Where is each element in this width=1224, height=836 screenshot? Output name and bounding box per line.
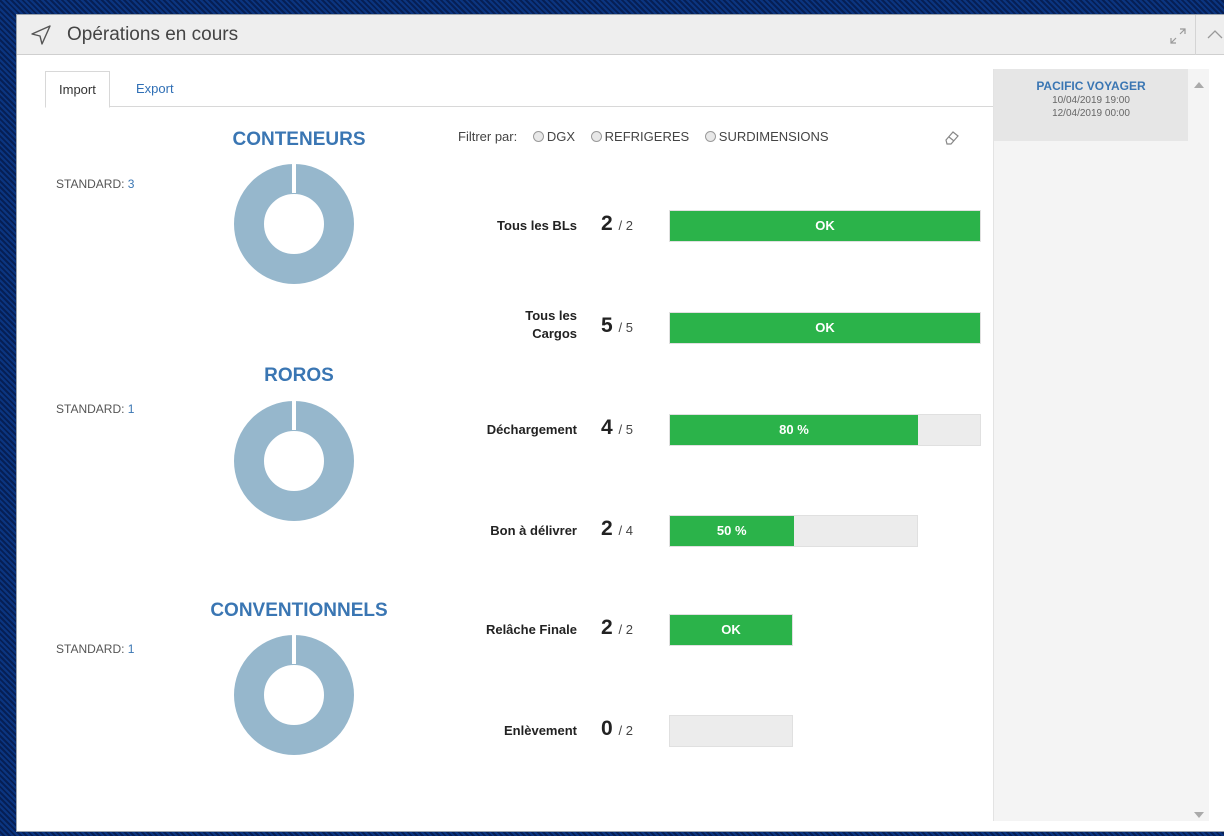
radio-surdimensions[interactable] <box>704 131 716 142</box>
row-count-value: 2 <box>601 517 619 540</box>
progress-fill: OK <box>670 211 980 241</box>
progress-bar: OK <box>669 614 793 646</box>
operations-panel: Opérations en cours Import Export CONTEN… <box>16 14 1224 832</box>
progress-fill: 80 % <box>670 415 918 445</box>
standard-value: 3 <box>127 177 135 191</box>
row-count-total: / 2 <box>618 723 633 738</box>
filter-option-refrigeres[interactable]: REFRIGERES <box>605 129 690 144</box>
section-title-conventionnels: CONVENTIONNELS <box>210 600 388 621</box>
scroll-up-icon[interactable] <box>1194 81 1204 89</box>
tab-export[interactable]: Export <box>123 71 187 108</box>
radio-refrigeres[interactable] <box>590 131 602 142</box>
row-count: 0 / 2 <box>601 717 633 741</box>
standard-count-conventionnels: STANDARD: 1 <box>56 642 134 656</box>
voyage-list: PACIFIC VOYAGER 10/04/2019 19:00 12/04/2… <box>993 69 1209 821</box>
filter-option-dgx[interactable]: DGX <box>547 129 575 144</box>
donut-chart-conteneurs <box>234 162 354 284</box>
radio-dgx[interactable] <box>532 131 544 142</box>
voyage-start-date: 10/04/2019 19:00 <box>1052 95 1130 106</box>
row-count: 2 / 2 <box>601 616 633 640</box>
standard-count-conteneurs: STANDARD: 3 <box>56 177 134 191</box>
row-label: Relâche Finale <box>485 622 577 637</box>
standard-label: STANDARD: <box>56 177 125 191</box>
row-count-total: / 2 <box>618 622 633 637</box>
row-count: 2 / 4 <box>601 517 633 541</box>
row-count-total: / 2 <box>618 218 633 233</box>
eraser-icon[interactable] <box>943 129 961 145</box>
panel-header: Opérations en cours <box>17 15 1224 55</box>
row-count-value: 2 <box>601 616 619 639</box>
row-label: Déchargement <box>486 422 577 437</box>
row-label: Tous les Cargos <box>525 308 577 341</box>
row-count: 5 / 5 <box>601 314 633 338</box>
voyage-name: PACIFIC VOYAGER <box>1036 79 1146 93</box>
row-count: 4 / 5 <box>601 416 633 440</box>
standard-label: STANDARD: <box>56 642 125 656</box>
row-count-value: 5 <box>601 314 619 337</box>
row-count: 2 / 2 <box>601 212 633 236</box>
filter-label: Filtrer par: <box>458 129 518 144</box>
progress-bar: 80 % <box>669 414 981 446</box>
progress-bar: OK <box>669 210 981 242</box>
row-count-value: 4 <box>601 416 619 439</box>
filter-option-surdimensions[interactable]: SURDIMENSIONS <box>719 129 829 144</box>
row-label: Bon à délivrer <box>490 523 577 538</box>
row-count-value: 2 <box>601 212 619 235</box>
progress-fill: 50 % <box>670 516 794 546</box>
section-title-roros: ROROS <box>264 365 334 386</box>
filter-bar: Filtrer par: DGX REFRIGERES SURDIMENSION… <box>458 128 829 146</box>
voyage-item[interactable]: PACIFIC VOYAGER 10/04/2019 19:00 12/04/2… <box>994 69 1188 141</box>
progress-bar <box>669 715 793 747</box>
section-title-conteneurs: CONTENEURS <box>232 129 366 150</box>
navigation-arrow-icon <box>31 25 51 45</box>
tab-import[interactable]: Import <box>45 71 110 108</box>
row-count-total: / 5 <box>618 320 633 335</box>
row-count-total: / 4 <box>618 523 633 538</box>
panel-title: Opérations en cours <box>67 24 239 45</box>
standard-value: 1 <box>127 402 135 416</box>
progress-fill: OK <box>670 313 980 343</box>
progress-fill: OK <box>670 615 792 645</box>
progress-bar: OK <box>669 312 981 344</box>
collapse-chevron-icon[interactable] <box>1205 25 1224 45</box>
standard-count-roros: STANDARD: 1 <box>56 402 134 416</box>
expand-icon[interactable] <box>1169 27 1187 45</box>
donut-chart-roros <box>234 399 354 521</box>
standard-value: 1 <box>127 642 135 656</box>
row-count-total: / 5 <box>618 422 633 437</box>
standard-label: STANDARD: <box>56 402 125 416</box>
scroll-down-icon[interactable] <box>1194 811 1204 819</box>
donut-chart-conventionnels <box>234 633 354 755</box>
row-label: Tous les BLs <box>497 218 577 233</box>
row-label: Enlèvement <box>504 723 577 738</box>
header-divider <box>1195 15 1196 55</box>
voyage-end-date: 12/04/2019 00:00 <box>1052 108 1130 119</box>
row-count-value: 0 <box>601 717 619 740</box>
tab-bar: Import Export <box>45 71 995 108</box>
progress-bar: 50 % <box>669 515 918 547</box>
